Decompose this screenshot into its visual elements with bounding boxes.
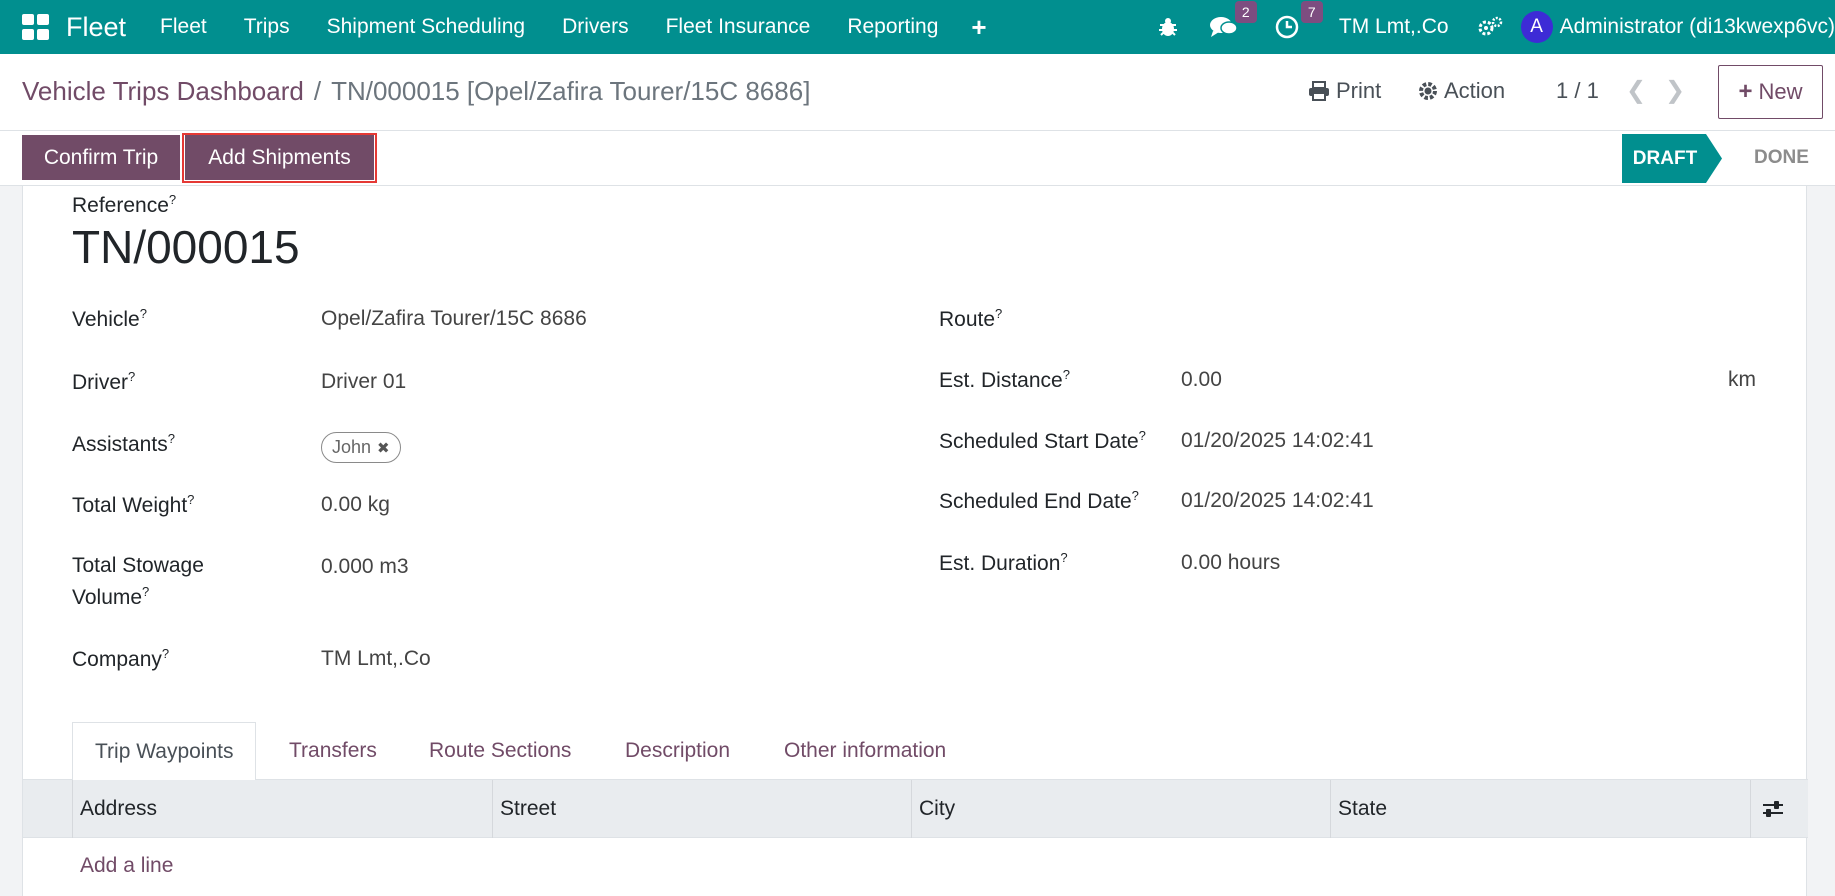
top-navbar: Fleet Fleet Trips Shipment Scheduling Dr… [0,0,1835,54]
plus-icon: + [1738,78,1753,105]
avatar[interactable]: A [1520,11,1553,43]
reference-value: TN/000015 [72,221,300,273]
total-stowage-label: Total Stowage [72,554,204,577]
pager-value[interactable]: 1 / 1 [1556,78,1599,104]
app-brand[interactable]: Fleet [66,12,126,43]
bug-icon[interactable] [1157,16,1179,38]
control-panel: Vehicle Trips Dashboard / TN/000015 [Opel/… [0,54,1835,131]
chevron-right-icon[interactable]: ❯ [1665,76,1685,105]
action-label: Action [1444,78,1506,103]
menu-reporting[interactable]: Reporting [847,15,938,39]
assistant-tag-label: John [332,437,372,457]
company-switcher[interactable]: TM Lmt,.Co [1339,15,1449,39]
activities-badge: 7 [1300,1,1323,23]
start-date-field[interactable]: 01/20/2025 14:02:41 [1181,429,1374,453]
column-address[interactable]: Address [72,780,492,838]
total-weight-label: Total Weight? [72,492,195,517]
column-state[interactable]: State [1330,780,1750,838]
chevron-left-icon[interactable]: ❮ [1626,76,1646,105]
total-weight-value: 0.00 kg [321,493,390,516]
vehicle-label: Vehicle? [72,306,147,331]
menu-fleet-insurance[interactable]: Fleet Insurance [666,15,811,39]
print-label: Print [1336,78,1382,103]
company-label: Company? [72,646,170,671]
settings-gears-icon[interactable] [1477,16,1503,38]
menu-trips[interactable]: Trips [244,15,290,39]
tab-description[interactable]: Description [625,722,730,780]
breadcrumb-parent[interactable]: Vehicle Trips Dashboard [22,76,304,106]
new-button[interactable]: + New [1718,65,1823,119]
menu-fleet[interactable]: Fleet [160,15,207,39]
driver-field[interactable]: Driver 01 [321,370,406,394]
add-line-link[interactable]: Add a line [80,854,173,878]
plus-icon[interactable]: + [971,12,986,43]
user-menu[interactable]: Administrator (di13kwexp6vc) [1560,15,1835,39]
reference-label: Reference? [72,192,177,217]
print-button[interactable]: Print [1308,78,1381,104]
end-date-label: Scheduled End Date? [939,488,1139,513]
est-distance-label: Est. Distance? [939,367,1070,392]
sliders-icon[interactable] [1761,798,1785,825]
tab-transfers[interactable]: Transfers [289,722,377,780]
clock-icon[interactable]: 7 [1275,1,1323,39]
messages-icon[interactable]: 2 [1209,1,1257,39]
print-icon [1309,81,1329,101]
waypoints-table-header: Address Street City State [23,780,1808,838]
column-street[interactable]: Street [492,780,911,838]
driver-label: Driver? [72,369,136,394]
tab-other-information[interactable]: Other information [784,722,946,780]
state-draft[interactable]: DRAFT [1622,134,1722,183]
route-label: Route? [939,306,1003,331]
new-label: New [1758,79,1803,104]
breadcrumb: Vehicle Trips Dashboard / TN/000015 [Opel/… [22,76,810,107]
action-button[interactable]: Action [1418,78,1505,104]
est-distance-field[interactable]: 0.00 [1181,368,1222,392]
close-icon[interactable]: ✖ [377,439,390,457]
notebook-tabs: Trip Waypoints Transfers Route Sections … [23,722,1808,781]
app-grid-icon[interactable] [22,14,52,40]
total-stowage-value: 0.000 m3 [321,555,409,578]
menu-shipment-scheduling[interactable]: Shipment Scheduling [327,15,525,39]
est-distance-unit: km [1728,368,1756,391]
assistant-tag[interactable]: John ✖ [321,432,401,463]
form-sheet: Reference? TN/000015 Vehicle? Opel/Zafir… [22,186,1808,896]
gear-icon [1419,82,1437,100]
company-field[interactable]: TM Lmt,.Co [321,647,431,671]
status-bar: Confirm Trip Add Shipments DRAFT DONE [0,131,1835,186]
breadcrumb-separator: / [313,76,322,106]
est-duration-label: Est. Duration? [939,550,1068,575]
state-done[interactable]: DONE [1754,147,1809,169]
column-city[interactable]: City [911,780,1330,838]
menu-drivers[interactable]: Drivers [562,15,629,39]
tab-route-sections[interactable]: Route Sections [429,722,571,780]
confirm-trip-button[interactable]: Confirm Trip [22,135,180,180]
total-stowage-label-line2: Volume? [72,584,150,609]
vehicle-field[interactable]: Opel/Zafira Tourer/15C 8686 [321,307,587,331]
start-date-label: Scheduled Start Date? [939,428,1146,453]
breadcrumb-current: TN/000015 [Opel/Zafira Tourer/15C 8686] [331,76,811,106]
end-date-field[interactable]: 01/20/2025 14:02:41 [1181,489,1374,513]
assistants-label: Assistants? [72,431,175,456]
est-duration-field[interactable]: 0.00 hours [1181,551,1280,575]
tab-trip-waypoints[interactable]: Trip Waypoints [72,722,257,781]
messages-badge: 2 [1234,1,1257,23]
highlight-box [182,133,377,183]
